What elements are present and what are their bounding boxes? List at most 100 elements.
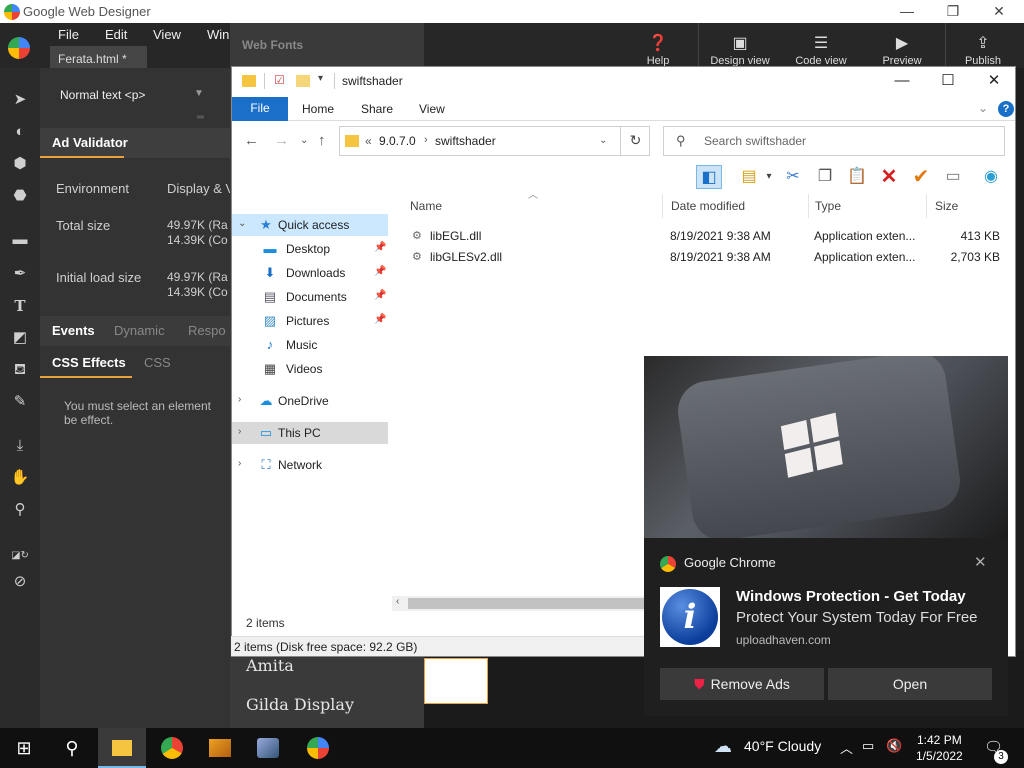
no-color-icon[interactable]: ⊘: [10, 572, 30, 592]
address-segment-folder[interactable]: swiftshader: [435, 134, 496, 148]
design-view-tool[interactable]: ▣ Design view: [705, 23, 775, 68]
up-arrow-icon[interactable]: ↑: [318, 132, 326, 149]
explorer-close-button[interactable]: ✕: [971, 67, 1017, 97]
nav-item-onedrive[interactable]: › ☁ OneDrive: [232, 390, 388, 412]
expand-chevron-icon[interactable]: ›: [238, 426, 241, 437]
selection-tool-icon[interactable]: ➤: [10, 90, 30, 110]
menu-view[interactable]: View: [153, 27, 181, 42]
clock[interactable]: 1:42 PM 1/5/2022: [916, 732, 963, 764]
tab-dynamic[interactable]: Dynamic: [114, 323, 165, 338]
address-segment-version[interactable]: 9.0.7.0: [379, 134, 416, 148]
back-arrow-icon[interactable]: ←: [244, 132, 259, 149]
menu-file[interactable]: File: [58, 27, 79, 42]
nav-item-this-pc[interactable]: › ▭ This PC: [232, 422, 388, 444]
preview-tool[interactable]: ▶ Preview: [875, 23, 929, 68]
tab-css-effects[interactable]: CSS Effects: [52, 355, 126, 370]
open-button[interactable]: Open: [828, 668, 992, 700]
eyedropper-tool-icon[interactable]: ✎: [10, 392, 30, 412]
network-share-icon[interactable]: ◉: [978, 165, 1004, 189]
font-sample-amita[interactable]: Amita: [246, 656, 294, 675]
text-style-select[interactable]: Normal text <p> ▼: [46, 86, 220, 108]
paste-icon[interactable]: 📋: [844, 165, 870, 189]
help-tool[interactable]: ❓ Help: [636, 23, 680, 68]
ad-validator-header[interactable]: Ad Validator: [40, 128, 230, 158]
menu-edit[interactable]: Edit: [105, 27, 127, 42]
close-button[interactable]: ✕: [976, 0, 1022, 23]
file-row[interactable]: ⚙ libEGL.dll 8/19/2021 9:38 AM Application …: [400, 225, 1010, 246]
3d-translation-tool-icon[interactable]: ⬣: [10, 186, 30, 206]
taskbar-gwd[interactable]: [294, 728, 342, 768]
scroll-left-icon[interactable]: ‹: [396, 596, 399, 607]
rename-icon[interactable]: ▭: [940, 165, 966, 189]
swap-colors-icon[interactable]: ◪↻: [10, 546, 30, 566]
ribbon-tab-file[interactable]: File: [232, 97, 288, 121]
search-box[interactable]: ⚲ Search swiftshader: [663, 126, 1005, 156]
tab-responsive[interactable]: Respo: [188, 323, 226, 338]
view-dropdown-icon[interactable]: ▾: [756, 165, 782, 189]
column-date-modified[interactable]: Date modified: [671, 199, 745, 213]
taskbar-app-3[interactable]: [196, 728, 244, 768]
delete-icon[interactable]: ✕: [876, 165, 902, 189]
chrome-notification[interactable]: Google Chrome ✕ i Windows Protection - G…: [644, 356, 1008, 716]
new-folder-icon[interactable]: [296, 75, 310, 87]
network-icon[interactable]: ▭: [862, 738, 874, 754]
minimize-button[interactable]: —: [884, 0, 930, 23]
stage-thumbnail[interactable]: [424, 658, 488, 704]
check-icon[interactable]: ✔: [908, 165, 934, 189]
shape-tool-icon[interactable]: ◩: [10, 328, 30, 348]
notification-close-icon[interactable]: ✕: [974, 553, 987, 571]
column-name[interactable]: Name: [410, 199, 442, 213]
nav-item-documents[interactable]: ▤ Documents 📌: [232, 286, 388, 308]
qat-dropdown-icon[interactable]: ▾: [318, 73, 323, 84]
maximize-button[interactable]: ❐: [930, 0, 976, 23]
hand-tool-icon[interactable]: ✋: [10, 468, 30, 488]
expand-chevron-icon[interactable]: ⌄: [238, 218, 246, 229]
volume-muted-icon[interactable]: 🔇: [886, 738, 902, 754]
weather-widget[interactable]: 40°F Cloudy: [744, 738, 821, 754]
nav-item-desktop[interactable]: ▬ Desktop 📌: [232, 238, 388, 260]
ribbon-tab-view[interactable]: View: [419, 102, 445, 116]
taskbar-file-explorer[interactable]: [98, 728, 146, 768]
help-icon[interactable]: ?: [998, 101, 1014, 117]
expand-chevron-icon[interactable]: ›: [238, 458, 241, 469]
nav-item-music[interactable]: ♪ Music: [232, 334, 388, 356]
copy-icon[interactable]: ❐: [812, 165, 838, 189]
forward-arrow-icon[interactable]: →: [274, 132, 289, 149]
nav-item-network[interactable]: › ⛶ Network: [232, 454, 388, 476]
fill-tool-icon[interactable]: ⛾: [10, 360, 30, 380]
nav-item-downloads[interactable]: ⬇ Downloads 📌: [232, 262, 388, 284]
column-size[interactable]: Size: [935, 199, 958, 213]
tab-events[interactable]: Events: [52, 323, 95, 338]
column-type[interactable]: Type: [815, 199, 841, 213]
nav-item-pictures[interactable]: ▨ Pictures 📌: [232, 310, 388, 332]
3d-rotation-tool-icon[interactable]: ◐: [10, 122, 30, 142]
code-view-tool[interactable]: ☰ Code view: [790, 23, 852, 68]
3d-object-tool-icon[interactable]: ⬢: [10, 154, 30, 174]
pen-tool-icon[interactable]: ✒: [10, 264, 30, 284]
nav-item-quick-access[interactable]: ⌄ ★ Quick access: [232, 214, 388, 236]
start-button[interactable]: ⊞: [0, 728, 48, 768]
search-button[interactable]: ⚲: [48, 728, 96, 768]
remove-ads-button[interactable]: ⛊ Remove Ads: [660, 668, 824, 700]
expand-chevron-icon[interactable]: ›: [238, 394, 241, 405]
zoom-tool-icon[interactable]: ⤓: [10, 436, 30, 456]
file-row[interactable]: ⚙ libGLESv2.dll 8/19/2021 9:38 AM Applicati…: [400, 246, 1010, 267]
tab-css[interactable]: CSS: [144, 355, 171, 370]
expand-ribbon-icon[interactable]: ⌄: [978, 101, 988, 115]
text-tool-icon[interactable]: T: [10, 296, 30, 316]
explorer-maximize-button[interactable]: ☐: [925, 67, 971, 97]
publish-tool[interactable]: ⇪ Publish: [955, 23, 1011, 68]
recent-locations-icon[interactable]: ⌄: [300, 135, 308, 146]
address-overflow[interactable]: «: [365, 134, 372, 148]
refresh-button[interactable]: ↻: [620, 126, 650, 156]
ribbon-tab-share[interactable]: Share: [361, 102, 393, 116]
nav-item-videos[interactable]: ▦ Videos: [232, 358, 388, 380]
tag-tool-icon[interactable]: ▬: [10, 230, 30, 250]
font-sample-gilda[interactable]: Gilda Display: [246, 695, 354, 714]
ribbon-tab-home[interactable]: Home: [302, 102, 334, 116]
address-bar[interactable]: « 9.0.7.0 › swiftshader ⌄: [339, 126, 650, 156]
magnify-tool-icon[interactable]: ⚲: [10, 500, 30, 520]
address-dropdown-icon[interactable]: ⌄: [599, 135, 607, 146]
taskbar-app-4[interactable]: [244, 728, 292, 768]
taskbar-chrome[interactable]: [148, 728, 196, 768]
